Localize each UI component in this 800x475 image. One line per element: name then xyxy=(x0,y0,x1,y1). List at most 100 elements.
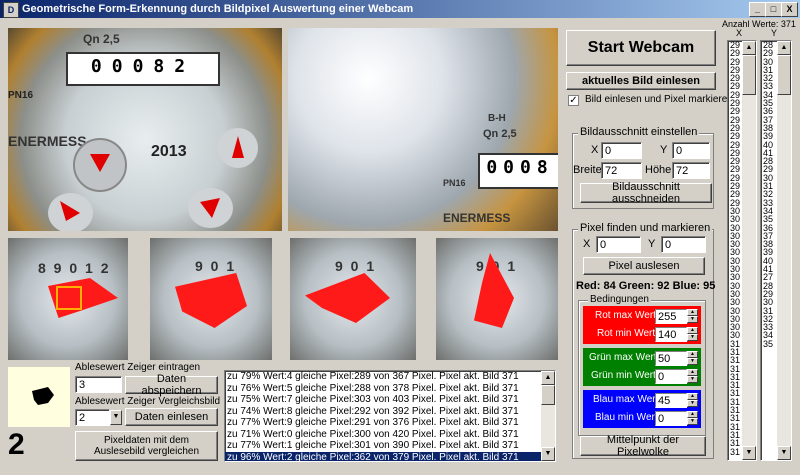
log-scroll-up-icon[interactable]: ▲ xyxy=(541,371,555,385)
log-scroll-thumb[interactable] xyxy=(541,385,555,405)
y-scroll-thumb[interactable] xyxy=(777,55,791,95)
gruen-min-label: Grün min Wert xyxy=(591,370,656,381)
breite-label: Breite xyxy=(573,164,602,176)
start-webcam-button[interactable]: Start Webcam xyxy=(566,30,716,66)
log-entry[interactable]: zu 71% Wert:0 gleiche Pixel:300 von 420 … xyxy=(225,429,541,441)
close-button[interactable]: X xyxy=(781,2,798,17)
blau-min-up-icon[interactable]: ▲ xyxy=(687,411,698,418)
pixel-auslesen-button[interactable]: Pixel auslesen xyxy=(583,257,705,275)
breite-input[interactable]: 72 xyxy=(601,162,642,179)
center-dial xyxy=(73,138,127,192)
window-title: Geometrische Form-Erkennung durch Bildpi… xyxy=(22,3,414,15)
blau-max-input[interactable]: 45 xyxy=(655,393,687,408)
ausschnitt-y-input[interactable]: 0 xyxy=(672,142,710,159)
y-scroll-down-icon[interactable]: ▼ xyxy=(777,446,791,460)
rot-min-up-icon[interactable]: ▲ xyxy=(687,327,698,334)
brand-label: ENERMESS xyxy=(8,133,87,149)
blau-max-down-icon[interactable]: ▼ xyxy=(687,400,698,407)
rot-max-label: Rot max Wert xyxy=(595,310,656,321)
bedingungen-title: Bedingungen xyxy=(588,294,651,305)
rot-max-down-icon[interactable]: ▼ xyxy=(687,316,698,323)
rot-min-input[interactable]: 140 xyxy=(655,327,687,342)
pixel-y-label: Y xyxy=(648,238,656,250)
dial-numbers: 9 0 1 xyxy=(335,258,377,274)
zeiger-label: Ablesewert Zeiger eintragen xyxy=(75,362,201,373)
ausschnitt-y-label: Y xyxy=(660,144,668,156)
log-entry[interactable]: zu 74% Wert:8 gleiche Pixel:292 von 392 … xyxy=(225,406,541,418)
hoehe-input[interactable]: 72 xyxy=(672,162,710,179)
minimize-button[interactable]: _ xyxy=(749,2,766,17)
dial-crop-4: 9 0 1 xyxy=(436,238,558,360)
gruen-min-up-icon[interactable]: ▲ xyxy=(687,369,698,376)
zoom-model-label: Qn 2,5 xyxy=(483,128,517,140)
gruen-min-down-icon[interactable]: ▼ xyxy=(687,376,698,383)
model-label: Qn 2,5 xyxy=(83,32,120,46)
pixel-finden-group-title: Pixel finden und markieren xyxy=(578,222,713,234)
rot-max-input[interactable]: 255 xyxy=(655,309,687,324)
red-needle-icon xyxy=(200,198,220,218)
gruen-max-input[interactable]: 50 xyxy=(655,351,687,366)
log-scroll-down-icon[interactable]: ▼ xyxy=(541,447,555,461)
dial-numbers: 9 0 1 xyxy=(195,258,237,274)
dial-numbers: 8 9 0 1 2 xyxy=(38,260,111,276)
log-entry[interactable]: zu 76% Wert:5 gleiche Pixel:288 von 378 … xyxy=(225,383,541,395)
aktuelles-bild-button[interactable]: aktuelles Bild einlesen xyxy=(566,72,716,90)
ausschnitt-x-input[interactable]: 0 xyxy=(601,142,642,159)
blau-max-up-icon[interactable]: ▲ xyxy=(687,393,698,400)
rgb-readout: Red: 84 Green: 92 Blue: 95 xyxy=(576,280,716,292)
x-scroll-up-icon[interactable]: ▲ xyxy=(742,41,756,55)
pixel-marker xyxy=(56,286,82,310)
results-log-list[interactable]: zu 79% Wert:4 gleiche Pixel:289 von 367 … xyxy=(224,370,556,462)
webcam-image: Qn 2,5 00082 PN16 ENERMESS 2013 xyxy=(8,28,282,231)
maximize-button[interactable]: □ xyxy=(765,2,782,17)
mittelpunkt-button[interactable]: Mittelpunkt der Pixelwolke xyxy=(580,434,706,458)
vergleich-select[interactable]: 2 xyxy=(75,409,110,426)
y-column-header: Y xyxy=(771,28,778,38)
x-values-list[interactable]: 29 29 29 29 29 29 29 29 29 29 29 29 29 29 29 29 29 29 29 29… xyxy=(727,40,757,461)
blau-max-label: Blau max Wert xyxy=(593,394,659,405)
log-entry[interactable]: zu 77% Wert:9 gleiche Pixel:291 von 376 … xyxy=(225,417,541,429)
gruen-min-input[interactable]: 0 xyxy=(655,369,687,384)
dial-bottom-right xyxy=(188,188,233,228)
vergleich-label: Ablesewert Zeiger Vergleichsbild xyxy=(75,396,221,407)
pixel-x-input[interactable]: 0 xyxy=(596,236,641,253)
log-entry[interactable]: zu 77% Wert:1 gleiche Pixel:301 von 390 … xyxy=(225,440,541,452)
rot-max-up-icon[interactable]: ▲ xyxy=(687,309,698,316)
x-list-scrollbar[interactable]: ▲ ▼ xyxy=(742,41,756,460)
anzahl-werte-label: Anzahl Werte: 371 xyxy=(722,19,796,29)
x-scroll-down-icon[interactable]: ▼ xyxy=(742,446,756,460)
bild-einlesen-label: Bild einlesen und Pixel markieren xyxy=(585,94,733,105)
rot-min-down-icon[interactable]: ▼ xyxy=(687,334,698,341)
log-entry[interactable]: zu 75% Wert:7 gleiche Pixel:303 von 403 … xyxy=(225,394,541,406)
gruen-max-up-icon[interactable]: ▲ xyxy=(687,351,698,358)
pixel-y-input[interactable]: 0 xyxy=(661,236,706,253)
dial-crop-3: 9 0 1 xyxy=(290,238,416,360)
daten-einlesen-button[interactable]: Daten einlesen xyxy=(125,408,218,426)
pixeldaten-vergleichen-button[interactable]: Pixeldaten mit dem Auslesebild vergleich… xyxy=(75,431,218,461)
ausschnitt-x-label: X xyxy=(591,144,599,156)
results-log-items: zu 79% Wert:4 gleiche Pixel:289 von 367 … xyxy=(225,371,541,461)
log-entry[interactable]: zu 79% Wert:4 gleiche Pixel:289 von 367 … xyxy=(225,371,541,383)
zeiger-input[interactable]: 3 xyxy=(75,376,122,393)
vergleich-dropdown-icon[interactable]: ▼ xyxy=(110,410,122,425)
hoehe-label: Höhe xyxy=(645,164,672,176)
bildausschnitt-button[interactable]: Bildausschnitt ausschneiden xyxy=(580,181,712,205)
log-entry[interactable]: zu 96% Wert:2 gleiche Pixel:362 von 379 … xyxy=(225,451,541,461)
y-list-scrollbar[interactable]: ▲ ▼ xyxy=(777,41,791,460)
zoom-counter-display: 0008 xyxy=(478,153,558,189)
blau-min-input[interactable]: 0 xyxy=(655,411,687,426)
y-scroll-up-icon[interactable]: ▲ xyxy=(777,41,791,55)
rot-panel: Rot max Wert 255 ▲ ▼ Rot min Wert 140 ▲ … xyxy=(583,306,701,344)
gruen-max-down-icon[interactable]: ▼ xyxy=(687,358,698,365)
blau-min-down-icon[interactable]: ▼ xyxy=(687,418,698,425)
daten-abspeichern-button[interactable]: Daten abspeichern xyxy=(125,373,218,397)
red-pointer-icon xyxy=(175,273,247,328)
dial-bottom-left xyxy=(48,193,93,231)
bildausschnitt-group-title: Bildausschnitt einstellen xyxy=(578,126,700,138)
log-scrollbar[interactable]: ▲ ▼ xyxy=(541,371,555,461)
dial-crop-1: 8 9 0 1 2 xyxy=(8,238,128,360)
red-needle-icon xyxy=(232,136,244,158)
y-values-list[interactable]: 28 29 30 31 32 33 34 35 36 37 38 39 40 41 28 29 30 31 32 33… xyxy=(760,40,792,461)
bild-einlesen-checkbox[interactable]: ✓ xyxy=(568,95,579,106)
x-scroll-thumb[interactable] xyxy=(742,55,756,95)
